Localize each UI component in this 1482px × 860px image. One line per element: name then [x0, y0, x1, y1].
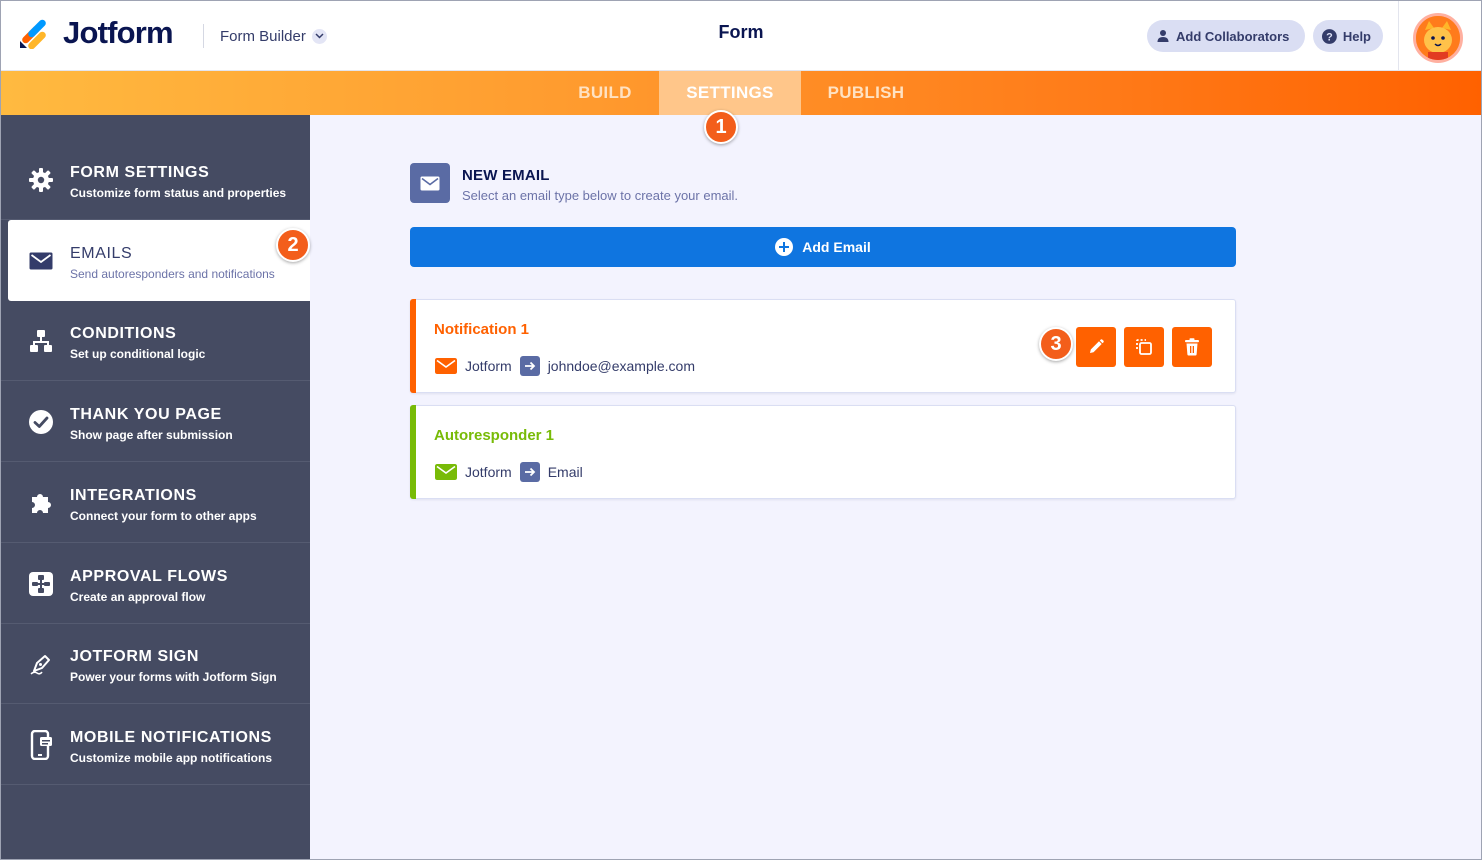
- top-header: Jotform Form Builder Form Add Collaborat…: [0, 0, 1482, 71]
- email-card-autoresponder[interactable]: Autoresponder 1 Jotform Email: [410, 405, 1236, 499]
- step-badge-3: 3: [1039, 327, 1073, 361]
- sidebar-item-approval-flows[interactable]: APPROVAL FLOWS Create an approval flow: [0, 543, 310, 624]
- sidebar-item-mobile-notifications[interactable]: MOBILE NOTIFICATIONS Customize mobile ap…: [0, 704, 310, 785]
- sidebar-item-subtitle: Customize form status and properties: [70, 186, 287, 200]
- form-title[interactable]: Form: [690, 22, 792, 43]
- sidebar-item-title: EMAILS: [70, 245, 133, 262]
- clone-icon: [1136, 339, 1152, 355]
- sidebar-item-title: INTEGRATIONS: [70, 487, 197, 504]
- new-email-icon: [410, 163, 450, 203]
- user-avatar[interactable]: [1413, 13, 1463, 63]
- envelope-icon: [435, 464, 457, 480]
- email-name: Notification 1: [434, 321, 530, 338]
- add-collaborators-button[interactable]: Add Collaborators: [1147, 20, 1305, 52]
- sidebar-item-subtitle: Connect your form to other apps: [70, 509, 257, 523]
- add-collaborators-label: Add Collaborators: [1176, 28, 1290, 44]
- svg-text:?: ?: [1326, 31, 1333, 43]
- mobile-icon: [28, 730, 54, 760]
- step-badge-1: 1: [704, 110, 738, 144]
- form-builder-label: Form Builder: [220, 27, 306, 45]
- help-button[interactable]: ? Help: [1313, 20, 1383, 52]
- sidebar-item-title: JOTFORM SIGN: [70, 648, 199, 665]
- email-route: Jotform Email: [435, 462, 583, 482]
- sidebar-item-integrations[interactable]: INTEGRATIONS Connect your form to other …: [0, 462, 310, 543]
- email-recipient: johndoe@example.com: [547, 358, 695, 374]
- header-divider: [203, 24, 204, 48]
- sidebar-item-title: APPROVAL FLOWS: [70, 568, 229, 585]
- sidebar-item-subtitle: Create an approval flow: [70, 590, 206, 604]
- jotform-logo-icon[interactable]: [18, 17, 50, 49]
- question-circle-icon: ?: [1322, 28, 1337, 44]
- trash-icon: [1185, 338, 1199, 356]
- edit-email-button[interactable]: [1076, 327, 1116, 367]
- gear-icon: [28, 167, 54, 193]
- add-email-label: Add Email: [802, 239, 871, 255]
- email-card-notification[interactable]: Notification 1 Jotform johndoe@example.c…: [410, 299, 1236, 393]
- email-sender: Jotform: [465, 358, 512, 374]
- arrow-right-icon: [519, 356, 540, 376]
- sidebar-item-form-settings[interactable]: FORM SETTINGS Customize form status and …: [0, 139, 310, 220]
- sidebar-item-subtitle: Power your forms with Jotform Sign: [70, 670, 277, 684]
- puzzle-icon: [28, 490, 54, 516]
- sidebar-item-title: THANK YOU PAGE: [70, 406, 222, 423]
- email-route: Jotform johndoe@example.com: [435, 356, 695, 376]
- avatar-cat-icon: [1416, 16, 1460, 60]
- sidebar-item-subtitle: Set up conditional logic: [70, 347, 206, 361]
- user-icon: [1157, 30, 1169, 42]
- sidebar-item-emails[interactable]: EMAILS Send autoresponders and notificat…: [8, 220, 310, 301]
- conditions-icon: [28, 328, 54, 354]
- check-circle-icon: [28, 409, 54, 435]
- card-accent-bar: [410, 299, 416, 393]
- sidebar-item-title: FORM SETTINGS: [70, 164, 210, 181]
- envelope-icon: [28, 248, 54, 274]
- arrow-right-icon: [519, 462, 540, 482]
- tab-bar: BUILD SETTINGS PUBLISH: [0, 71, 1482, 115]
- header-divider-right: [1398, 0, 1399, 71]
- sidebar-item-jotform-sign[interactable]: JOTFORM SIGN Power your forms with Jotfo…: [0, 623, 310, 704]
- new-email-title: NEW EMAIL: [462, 167, 550, 184]
- form-builder-dropdown[interactable]: Form Builder: [220, 26, 327, 46]
- envelope-icon: [435, 358, 457, 374]
- brand-name[interactable]: Jotform: [63, 15, 174, 51]
- plus-circle-icon: [775, 238, 794, 256]
- tab-settings[interactable]: SETTINGS: [659, 71, 801, 115]
- delete-email-button[interactable]: [1172, 327, 1212, 367]
- email-recipient: Email: [547, 464, 583, 480]
- email-sender: Jotform: [465, 464, 512, 480]
- pen-nib-icon: [28, 651, 54, 677]
- sidebar-item-title: MOBILE NOTIFICATIONS: [70, 729, 272, 746]
- step-badge-2: 2: [276, 228, 310, 262]
- add-email-button[interactable]: Add Email: [410, 227, 1236, 267]
- sidebar-item-title: CONDITIONS: [70, 325, 177, 342]
- sidebar-item-subtitle: Send autoresponders and notifications: [70, 267, 275, 281]
- help-label: Help: [1342, 28, 1371, 44]
- clone-email-button[interactable]: [1124, 327, 1164, 367]
- sidebar-item-subtitle: Customize mobile app notifications: [70, 751, 273, 765]
- tab-publish[interactable]: PUBLISH: [801, 71, 931, 115]
- sidebar-item-subtitle: Show page after submission: [70, 428, 233, 442]
- approval-flow-icon: [28, 571, 54, 597]
- tab-build[interactable]: BUILD: [553, 71, 657, 115]
- sidebar-item-thank-you-page[interactable]: THANK YOU PAGE Show page after submissio…: [0, 381, 310, 462]
- card-accent-bar: [410, 405, 416, 499]
- email-name: Autoresponder 1: [434, 427, 555, 444]
- chevron-down-icon: [311, 28, 327, 44]
- pencil-icon: [1090, 339, 1104, 353]
- new-email-subtitle: Select an email type below to create you…: [462, 188, 739, 203]
- settings-sidebar: FORM SETTINGS Customize form status and …: [0, 115, 310, 860]
- sidebar-item-conditions[interactable]: CONDITIONS Set up conditional logic: [0, 300, 310, 381]
